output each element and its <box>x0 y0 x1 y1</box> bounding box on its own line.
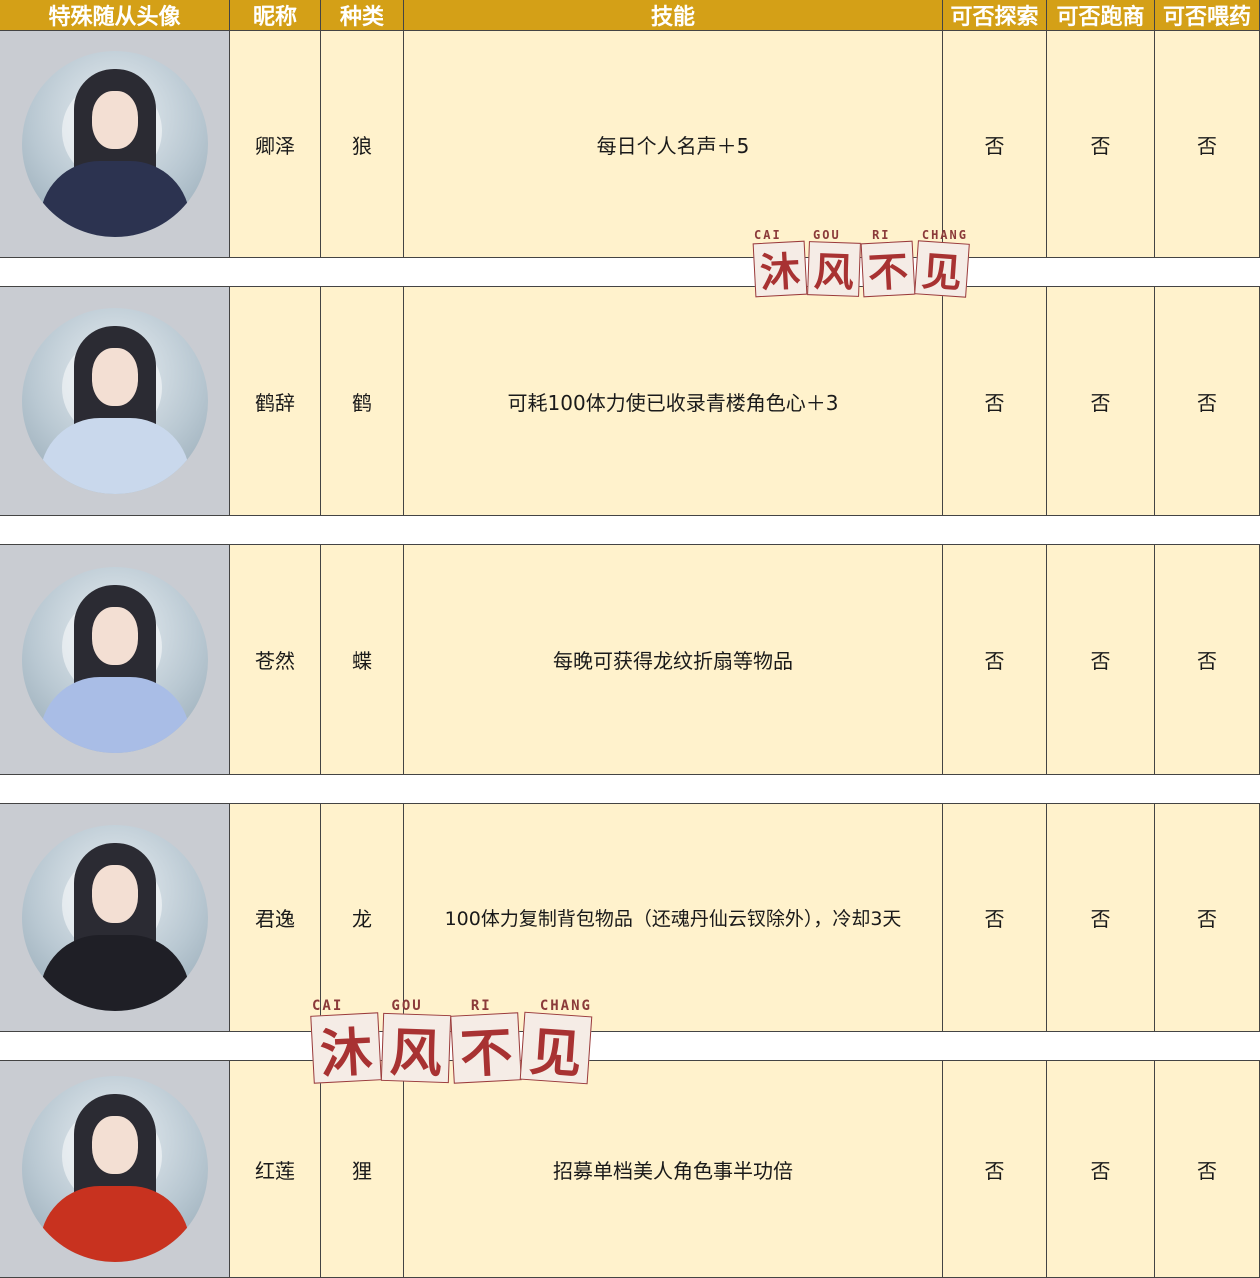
type-cell: 狸 <box>321 1061 404 1278</box>
table-row: 鹤辞 鹤 可耗100体力使已收录青楼角色心＋3 否 否 否 <box>0 287 1260 516</box>
explore-cell: 否 <box>943 545 1047 775</box>
header-type: 种类 <box>321 0 404 31</box>
avatar-cell <box>0 31 230 258</box>
watermark-stamp: CAI GOU RI CHANG 沐 风 不 见 <box>752 228 970 298</box>
skill-cell: 每晚可获得龙纹折扇等物品 <box>404 545 943 775</box>
type-cell: 鹤 <box>321 287 404 516</box>
avatar <box>21 308 208 494</box>
avatar-cell <box>0 804 230 1032</box>
avatar <box>21 51 208 237</box>
trade-cell: 否 <box>1047 804 1155 1032</box>
avatar-cell <box>0 545 230 775</box>
explore-cell: 否 <box>943 287 1047 516</box>
row-divider <box>0 258 1260 287</box>
nickname-cell: 苍然 <box>230 545 321 775</box>
row-divider <box>0 516 1260 545</box>
explore-cell: 否 <box>943 1061 1047 1278</box>
type-cell: 蝶 <box>321 545 404 775</box>
table-header: 特殊随从头像 昵称 种类 技能 可否探索 可否跑商 可否喂药 <box>0 0 1260 31</box>
feed-cell: 否 <box>1155 31 1260 258</box>
watermark-chars: 沐 风 不 见 <box>752 240 970 298</box>
skill-cell: 可耗100体力使已收录青楼角色心＋3 <box>404 287 943 516</box>
companion-table: 特殊随从头像 昵称 种类 技能 可否探索 可否跑商 可否喂药 卿泽 狼 每日个人… <box>0 0 1260 1278</box>
nickname-cell: 君逸 <box>230 804 321 1032</box>
nickname-cell: 红莲 <box>230 1061 321 1278</box>
avatar-cell <box>0 287 230 516</box>
table-row: 君逸 龙 100体力复制背包物品（还魂丹仙云钗除外），冷却3天 否 否 否 <box>0 804 1260 1032</box>
avatar <box>21 566 208 753</box>
feed-cell: 否 <box>1155 804 1260 1032</box>
feed-cell: 否 <box>1155 1061 1260 1278</box>
row-divider <box>0 1032 1260 1061</box>
feed-cell: 否 <box>1155 287 1260 516</box>
skill-cell: 每日个人名声＋5 <box>404 31 943 258</box>
type-cell: 狼 <box>321 31 404 258</box>
nickname-cell: 鹤辞 <box>230 287 321 516</box>
trade-cell: 否 <box>1047 287 1155 516</box>
avatar <box>21 824 208 1011</box>
explore-cell: 否 <box>943 804 1047 1032</box>
trade-cell: 否 <box>1047 545 1155 775</box>
header-avatar: 特殊随从头像 <box>0 0 230 31</box>
trade-cell: 否 <box>1047 1061 1155 1278</box>
feed-cell: 否 <box>1155 545 1260 775</box>
table-row: 红莲 狸 招募单档美人角色事半功倍 否 否 否 <box>0 1061 1260 1278</box>
row-divider <box>0 775 1260 804</box>
skill-cell: 招募单档美人角色事半功倍 <box>404 1061 943 1278</box>
header-trade: 可否跑商 <box>1047 0 1155 31</box>
header-feed: 可否喂药 <box>1155 0 1260 31</box>
header-explore: 可否探索 <box>943 0 1047 31</box>
header-nickname: 昵称 <box>230 0 321 31</box>
table-row: 苍然 蝶 每晚可获得龙纹折扇等物品 否 否 否 <box>0 545 1260 775</box>
explore-cell: 否 <box>943 31 1047 258</box>
watermark-chars: 沐 风 不 见 <box>310 1011 593 1085</box>
nickname-cell: 卿泽 <box>230 31 321 258</box>
header-skill: 技能 <box>404 0 943 31</box>
trade-cell: 否 <box>1047 31 1155 258</box>
avatar-cell <box>0 1061 230 1278</box>
watermark-stamp: CAI GOU RI CHANG 沐 风 不 见 <box>310 998 593 1085</box>
avatar <box>21 1076 208 1262</box>
table-row: 卿泽 狼 每日个人名声＋5 否 否 否 <box>0 31 1260 258</box>
